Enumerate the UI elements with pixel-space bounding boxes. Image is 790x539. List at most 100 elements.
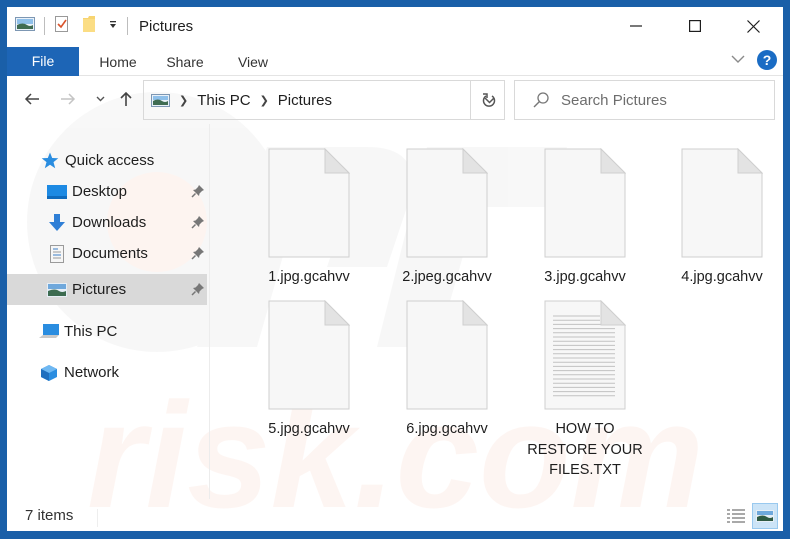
sidebar-item-this-pc[interactable]: This PC bbox=[7, 316, 207, 347]
arrow-left-icon bbox=[24, 93, 39, 105]
sidebar-item-desktop[interactable]: Desktop bbox=[7, 176, 207, 207]
blank-file-icon bbox=[681, 148, 763, 258]
item-count: 7 items bbox=[25, 507, 74, 524]
file-explorer-window: risk.com Pictures File Home Share View ?… bbox=[7, 7, 783, 531]
minimize-icon bbox=[629, 25, 642, 27]
pictures-folder-icon bbox=[15, 16, 35, 36]
documents-icon bbox=[47, 244, 67, 263]
close-button[interactable] bbox=[724, 7, 783, 45]
arrow-right-icon bbox=[61, 93, 76, 105]
blank-file-icon bbox=[268, 300, 350, 410]
address-bar[interactable]: ❯ This PC ❯ Pictures bbox=[143, 80, 505, 120]
file-name: 1.jpg.gcahvv bbox=[268, 269, 350, 285]
ribbon: File Home Share View ? bbox=[7, 45, 783, 76]
file-item[interactable]: 6.jpg.gcahvv bbox=[379, 300, 515, 440]
search-placeholder: Search Pictures bbox=[561, 91, 667, 109]
status-bar: 7 items bbox=[7, 503, 783, 531]
large-icons-view-button[interactable] bbox=[752, 503, 778, 529]
download-icon bbox=[47, 213, 67, 232]
properties-icon[interactable] bbox=[54, 15, 70, 38]
refresh-icon bbox=[482, 93, 495, 107]
toolbar-divider bbox=[127, 17, 128, 35]
minimize-button[interactable] bbox=[606, 7, 665, 45]
breadcrumb-pictures[interactable]: Pictures bbox=[278, 92, 332, 109]
blank-file-icon bbox=[268, 148, 350, 258]
file-list: 1.jpg.gcahvv 2.jpeg.gcahvv 3.jpg.gcahvv … bbox=[211, 124, 783, 499]
file-name: 5.jpg.gcahvv bbox=[268, 421, 350, 437]
toolbar-divider bbox=[44, 17, 45, 35]
blank-file-icon bbox=[406, 148, 488, 258]
text-document-icon bbox=[544, 300, 626, 410]
sidebar-item-label: Documents bbox=[72, 245, 148, 262]
sidebar-item-label: Desktop bbox=[72, 183, 128, 200]
sidebar-item-label: Quick access bbox=[65, 152, 155, 169]
file-item[interactable]: 5.jpg.gcahvv bbox=[241, 300, 377, 440]
navigation-pane: Quick access Desktop Downloads Documents… bbox=[7, 124, 210, 499]
file-item[interactable]: 3.jpg.gcahvv bbox=[517, 148, 653, 288]
file-item[interactable]: 2.jpeg.gcahvv bbox=[379, 148, 515, 288]
star-icon bbox=[40, 152, 60, 170]
sidebar-item-downloads[interactable]: Downloads bbox=[7, 207, 207, 238]
breadcrumb: ❯ This PC ❯ Pictures bbox=[144, 92, 474, 109]
back-button[interactable] bbox=[21, 88, 43, 110]
sidebar-item-label: Network bbox=[64, 364, 120, 381]
file-name: 3.jpg.gcahvv bbox=[544, 269, 626, 285]
file-item[interactable]: 4.jpg.gcahvv bbox=[654, 148, 783, 288]
customize-dropdown-icon[interactable] bbox=[108, 17, 118, 35]
window-controls bbox=[606, 7, 783, 45]
breadcrumb-this-pc[interactable]: This PC bbox=[197, 92, 250, 109]
close-icon bbox=[747, 19, 760, 33]
maximize-icon bbox=[688, 20, 701, 32]
title-bar: Pictures bbox=[7, 7, 783, 45]
pin-icon[interactable] bbox=[191, 282, 205, 300]
pin-icon[interactable] bbox=[191, 215, 205, 233]
search-input[interactable]: Search Pictures bbox=[514, 80, 775, 120]
file-item[interactable]: 1.jpg.gcahvv bbox=[241, 148, 377, 288]
forward-button[interactable] bbox=[57, 88, 79, 110]
maximize-button[interactable] bbox=[665, 7, 724, 45]
sidebar-item-label: Pictures bbox=[72, 281, 127, 298]
window-title: Pictures bbox=[139, 17, 194, 35]
desktop-icon bbox=[47, 183, 67, 201]
pin-icon[interactable] bbox=[191, 184, 205, 202]
sidebar-item-label: Downloads bbox=[72, 214, 147, 231]
help-button[interactable]: ? bbox=[757, 50, 777, 70]
chevron-down-icon bbox=[96, 96, 104, 102]
details-view-icon bbox=[727, 509, 745, 523]
sidebar-item-label: This PC bbox=[64, 323, 118, 340]
new-folder-icon[interactable] bbox=[82, 15, 96, 38]
pictures-location-icon bbox=[151, 93, 170, 107]
file-name: 4.jpg.gcahvv bbox=[681, 269, 763, 285]
computer-icon bbox=[39, 323, 59, 341]
breadcrumb-separator-icon: ❯ bbox=[179, 94, 189, 107]
expand-ribbon-button[interactable] bbox=[731, 51, 745, 69]
up-button[interactable] bbox=[115, 88, 137, 110]
recent-locations-button[interactable] bbox=[89, 88, 111, 110]
quick-access-toolbar: Pictures bbox=[15, 15, 193, 37]
search-icon bbox=[533, 92, 549, 108]
tab-share[interactable]: Share bbox=[157, 49, 213, 76]
file-name: 2.jpeg.gcahvv bbox=[402, 269, 492, 285]
sidebar-item-documents[interactable]: Documents bbox=[7, 238, 207, 269]
sidebar-item-pictures[interactable]: Pictures bbox=[7, 274, 207, 305]
network-icon bbox=[39, 364, 59, 382]
blank-file-icon bbox=[544, 148, 626, 258]
tab-file[interactable]: File bbox=[7, 47, 79, 76]
status-divider bbox=[97, 509, 98, 527]
file-item[interactable]: HOW TO RESTORE YOUR FILES.TXT bbox=[517, 300, 653, 481]
tab-home[interactable]: Home bbox=[83, 49, 153, 76]
refresh-button[interactable] bbox=[470, 80, 506, 120]
sidebar-item-quick-access[interactable]: Quick access bbox=[7, 145, 207, 176]
sidebar-item-network[interactable]: Network bbox=[7, 357, 207, 388]
pin-icon[interactable] bbox=[191, 246, 205, 264]
pictures-icon bbox=[47, 281, 67, 299]
breadcrumb-separator-icon: ❯ bbox=[259, 94, 269, 107]
chevron-down-icon bbox=[731, 55, 745, 63]
large-icons-view-icon bbox=[756, 510, 774, 522]
details-view-button[interactable] bbox=[723, 503, 749, 529]
blank-file-icon bbox=[406, 300, 488, 410]
ribbon-controls: ? bbox=[731, 50, 777, 70]
navigation-bar: ❯ This PC ❯ Pictures Search Pictures bbox=[7, 76, 783, 124]
tab-view[interactable]: View bbox=[229, 49, 277, 76]
arrow-up-icon bbox=[120, 91, 132, 106]
